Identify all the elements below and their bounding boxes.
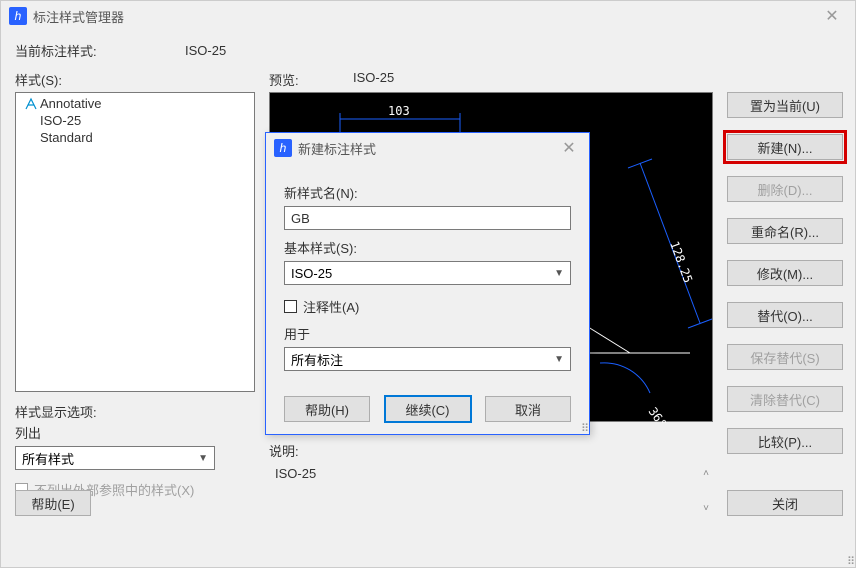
current-style-row: 当前标注样式: ISO-25 bbox=[15, 41, 841, 60]
continue-button[interactable]: 继续(C) bbox=[385, 396, 471, 422]
modal-body: 新样式名(N): GB 基本样式(S): ISO-25 ▼ 注释性(A) 用于 … bbox=[266, 163, 589, 383]
description-scroll[interactable]: ˄ ˅ bbox=[703, 468, 709, 514]
description-area: 说明: ISO-25 ˄ ˅ bbox=[269, 441, 713, 520]
annotative-checkbox[interactable] bbox=[284, 300, 297, 313]
annotative-label: 注释性(A) bbox=[303, 297, 359, 316]
display-options: 样式显示选项: 列出 所有样式 ▼ 不列出外部参照中的样式(X) bbox=[15, 402, 215, 499]
scroll-up-icon[interactable]: ˄ bbox=[703, 468, 709, 479]
list-item-label: Standard bbox=[40, 130, 93, 145]
list-item[interactable]: ISO-25 bbox=[16, 112, 254, 129]
scroll-down-icon[interactable]: ˅ bbox=[703, 503, 709, 514]
use-for-select[interactable]: 所有标注 ▼ bbox=[284, 347, 571, 371]
list-filter-select[interactable]: 所有样式 ▼ bbox=[15, 446, 215, 470]
use-for-label: 用于 bbox=[284, 324, 571, 343]
cancel-button[interactable]: 取消 bbox=[485, 396, 571, 422]
dim-side-text: 128.25 bbox=[667, 239, 695, 285]
list-item[interactable]: Standard bbox=[16, 129, 254, 146]
right-button-column: 置为当前(U) 新建(N)... 删除(D)... 重命名(R)... 修改(M… bbox=[727, 92, 843, 454]
current-style-value: ISO-25 bbox=[185, 43, 226, 58]
chevron-down-icon: ▼ bbox=[554, 354, 564, 365]
close-icon[interactable]: ✕ bbox=[549, 133, 589, 163]
list-item-label: Annotative bbox=[40, 96, 101, 111]
close-button[interactable]: 关闭 bbox=[727, 490, 843, 516]
save-override-button: 保存替代(S) bbox=[727, 344, 843, 370]
main-titlebar: h 标注样式管理器 ✕ bbox=[1, 1, 855, 31]
dim-angle-text: 36° bbox=[646, 405, 670, 423]
description-label: 说明: bbox=[269, 441, 713, 460]
list-filter-value: 所有样式 bbox=[22, 449, 74, 468]
styles-label: 样式(S): bbox=[15, 70, 62, 89]
modal-title: 新建标注样式 bbox=[298, 139, 376, 158]
dimension-style-manager-window: h 标注样式管理器 ✕ 当前标注样式: ISO-25 样式(S): 预览: IS… bbox=[0, 0, 856, 568]
base-style-value: ISO-25 bbox=[291, 266, 332, 281]
description-box: ISO-25 ˄ ˅ bbox=[269, 464, 713, 520]
resize-grip-icon[interactable]: ⠿ bbox=[847, 559, 853, 565]
new-name-input[interactable]: GB bbox=[284, 206, 571, 230]
close-icon[interactable]: ✕ bbox=[809, 1, 855, 31]
list-item-label: ISO-25 bbox=[40, 113, 81, 128]
modal-button-row: 帮助(H) 继续(C) 取消 bbox=[284, 396, 571, 422]
description-value: ISO-25 bbox=[275, 466, 316, 481]
help-button[interactable]: 帮助(E) bbox=[15, 490, 91, 516]
modal-help-button[interactable]: 帮助(H) bbox=[284, 396, 370, 422]
annotative-icon bbox=[24, 97, 38, 111]
set-current-button[interactable]: 置为当前(U) bbox=[727, 92, 843, 118]
modify-button[interactable]: 修改(M)... bbox=[727, 260, 843, 286]
current-style-label: 当前标注样式: bbox=[15, 41, 185, 60]
base-style-select[interactable]: ISO-25 ▼ bbox=[284, 261, 571, 285]
override-button[interactable]: 替代(O)... bbox=[727, 302, 843, 328]
resize-grip-icon[interactable]: ⠿ bbox=[581, 426, 587, 432]
new-button[interactable]: 新建(N)... bbox=[727, 134, 843, 160]
delete-button: 删除(D)... bbox=[727, 176, 843, 202]
list-label: 列出 bbox=[15, 423, 215, 442]
clear-override-button: 清除替代(C) bbox=[727, 386, 843, 412]
window-title: 标注样式管理器 bbox=[33, 7, 124, 26]
app-icon: h bbox=[9, 7, 27, 25]
dim-top-text: 103 bbox=[388, 104, 410, 118]
compare-button[interactable]: 比较(P)... bbox=[727, 428, 843, 454]
modal-titlebar: h 新建标注样式 ✕ bbox=[266, 133, 589, 163]
rename-button[interactable]: 重命名(R)... bbox=[727, 218, 843, 244]
bottom-left-buttons: 帮助(E) bbox=[15, 490, 91, 516]
new-dimension-style-dialog: h 新建标注样式 ✕ 新样式名(N): GB 基本样式(S): ISO-25 ▼… bbox=[265, 132, 590, 435]
bottom-right-buttons: 关闭 bbox=[727, 490, 843, 516]
use-for-value: 所有标注 bbox=[291, 350, 343, 369]
annotative-checkbox-row[interactable]: 注释性(A) bbox=[284, 297, 571, 316]
app-icon: h bbox=[274, 139, 292, 157]
new-name-value: GB bbox=[291, 211, 310, 226]
styles-listbox[interactable]: Annotative ISO-25 Standard bbox=[15, 92, 255, 392]
new-name-label: 新样式名(N): bbox=[284, 183, 571, 202]
preview-label: 预览: bbox=[269, 70, 299, 89]
chevron-down-icon: ▼ bbox=[198, 453, 208, 464]
base-style-label: 基本样式(S): bbox=[284, 238, 571, 257]
preview-value: ISO-25 bbox=[353, 70, 394, 85]
list-item[interactable]: Annotative bbox=[16, 95, 254, 112]
display-options-label: 样式显示选项: bbox=[15, 402, 215, 421]
chevron-down-icon: ▼ bbox=[554, 268, 564, 279]
